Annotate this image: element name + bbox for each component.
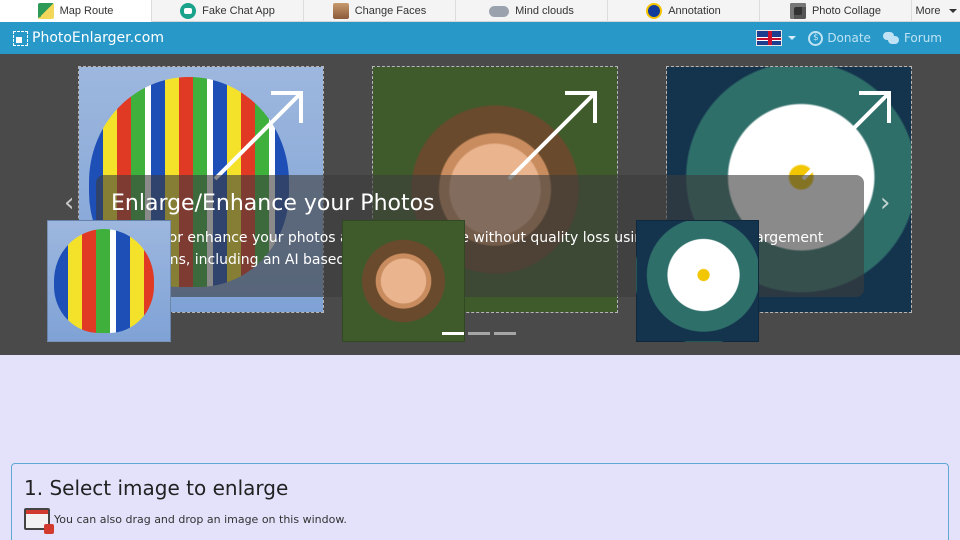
caret-down-icon [948,9,957,13]
topbar-label: Mind clouds [515,5,574,17]
topbar-label: Fake Chat App [202,5,275,17]
select-image-panel: 1. Select image to enlarge You can also … [11,463,949,540]
carousel-next-button[interactable]: › [880,188,890,218]
drop-hint-text: You can also drag and drop an image on t… [54,512,347,526]
daisy-thumbnail [636,220,759,342]
mind-clouds-icon [489,5,510,17]
change-faces-icon [332,3,349,19]
site-brand-link[interactable]: PhotoEnlarger.com [13,30,164,46]
brand-name: PhotoEnlarger.com [32,30,164,46]
carousel-indicator-2[interactable] [468,332,490,335]
enlarge-logo-icon [13,30,28,46]
topbar-item-map-route[interactable]: Map Route [0,0,152,22]
topbar-item-photo-collage[interactable]: Photo Collage [760,0,912,22]
dollar-icon: $ [808,30,824,46]
carousel-indicator-3[interactable] [494,332,516,335]
forum-link[interactable]: Forum [882,31,942,45]
uk-flag-icon [756,30,783,46]
topbar-label: More [915,5,941,17]
topbar-item-annotation[interactable]: Annotation [608,0,760,22]
topbar-label: Photo Collage [811,5,882,17]
topbar-item-fake-chat-app[interactable]: Fake Chat App [152,0,304,22]
app-switcher-bar: Map Route Fake Chat App Change Faces Min… [0,0,960,22]
annotation-icon [646,3,663,19]
hero-carousel: Enlarge/Enhance your Photos Enlarge or e… [0,54,960,355]
drag-drop-icon [24,508,54,534]
site-navbar: PhotoEnlarger.com $ Donate Forum [0,22,960,54]
caret-down-icon [788,36,797,40]
carousel-prev-button[interactable]: ‹ [64,188,74,218]
map-route-icon [37,3,54,19]
balloon-thumbnail [47,220,171,342]
carousel-title: Enlarge/Enhance your Photos [111,191,435,216]
topbar-item-mind-clouds[interactable]: Mind clouds [456,0,608,22]
topbar-label: Map Route [59,5,114,17]
photo-collage-icon [789,3,806,19]
topbar-label: Annotation [668,5,721,17]
chat-bubbles-icon [882,32,900,44]
topbar-item-change-faces[interactable]: Change Faces [304,0,456,22]
donate-label: Donate [827,31,871,45]
portrait-thumbnail [342,220,465,342]
section-title: 1. Select image to enlarge [24,476,289,500]
topbar-label: Change Faces [354,5,427,17]
chat-app-icon [180,3,197,19]
carousel-indicator-1[interactable] [442,332,464,335]
donate-link[interactable]: $ Donate [808,30,871,46]
topbar-more-dropdown[interactable]: More [912,0,960,22]
carousel-indicators [442,332,516,335]
drop-hint-row: You can also drag and drop an image on t… [24,508,347,534]
forum-label: Forum [903,31,942,45]
language-selector[interactable] [756,30,797,46]
